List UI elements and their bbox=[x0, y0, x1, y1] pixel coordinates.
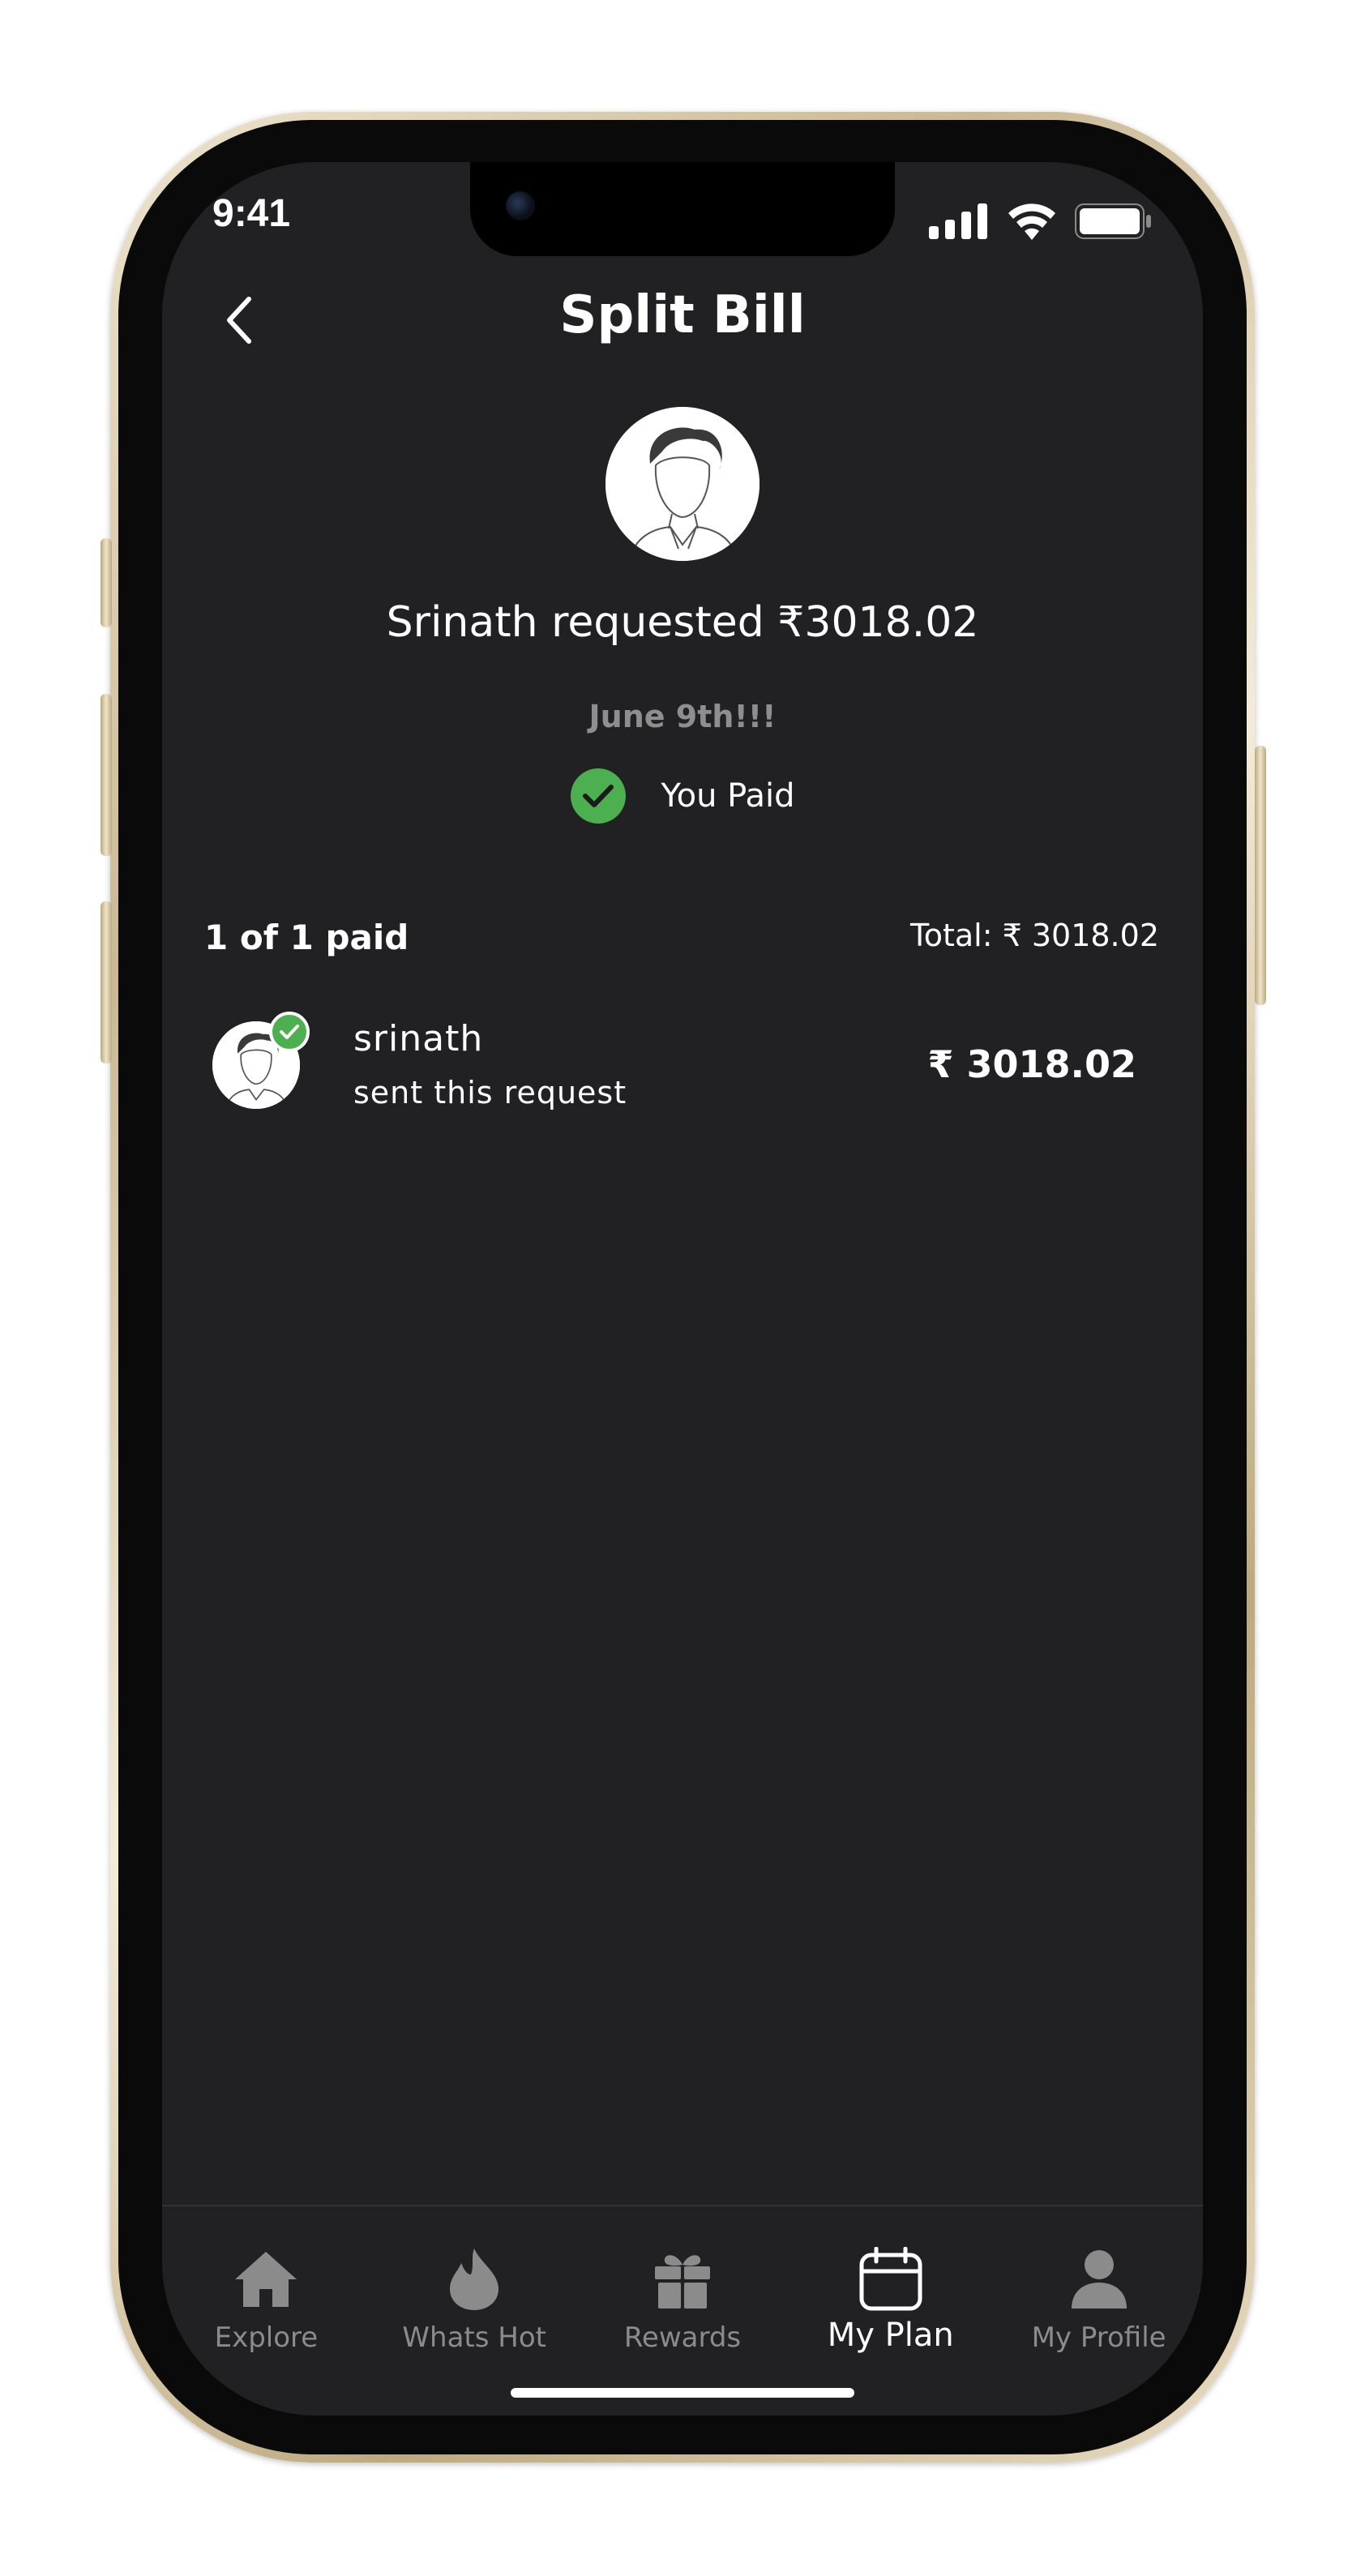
tab-whats-hot[interactable]: Whats Hot bbox=[370, 2221, 579, 2367]
check-circle-icon bbox=[570, 768, 626, 824]
tab-rewards[interactable]: Rewards bbox=[579, 2221, 787, 2367]
tab-label: Rewards bbox=[623, 2321, 742, 2354]
gift-icon bbox=[648, 2245, 717, 2313]
flame-icon bbox=[440, 2245, 508, 2313]
page-title: Split Bill bbox=[559, 285, 806, 345]
paid-count: 1 of 1 paid bbox=[204, 918, 409, 957]
volume-down-button bbox=[101, 901, 112, 1063]
requester-avatar bbox=[605, 407, 760, 561]
person-icon bbox=[1065, 2245, 1133, 2313]
calendar-icon bbox=[857, 2245, 925, 2313]
tab-my-plan[interactable]: My Plan bbox=[786, 2221, 995, 2367]
request-date: June 9th!!! bbox=[588, 699, 777, 734]
paid-badge-icon bbox=[269, 1012, 310, 1052]
home-icon bbox=[232, 2245, 300, 2313]
battery-icon bbox=[1075, 203, 1151, 239]
tab-my-profile[interactable]: My Profile bbox=[995, 2221, 1203, 2367]
participant-row[interactable]: srinath sent this request ₹ 3018.02 bbox=[162, 1005, 1203, 1127]
paid-status-label: You Paid bbox=[661, 777, 795, 815]
bottom-tab-bar: Explore Whats Hot Rewards My Plan My Pro… bbox=[162, 2221, 1203, 2367]
request-headline: Srinath requested ₹3018.02 bbox=[386, 598, 979, 647]
signal-icon bbox=[929, 203, 987, 239]
tab-label: Explore bbox=[214, 2321, 319, 2354]
tabbar-divider bbox=[162, 2205, 1203, 2206]
participant-name: srinath bbox=[353, 1018, 484, 1059]
home-indicator[interactable] bbox=[511, 2388, 854, 2398]
power-button bbox=[1255, 746, 1266, 1005]
silent-switch bbox=[101, 538, 112, 627]
volume-up-button bbox=[101, 694, 112, 856]
tab-label: Whats Hot bbox=[402, 2321, 546, 2354]
app-screen: 9:41 Split Bill Srinath requested ₹3018.… bbox=[162, 162, 1203, 2416]
tab-label: My Plan bbox=[827, 2317, 954, 2354]
status-time: 9:41 bbox=[212, 192, 291, 235]
front-camera bbox=[506, 191, 535, 220]
status-icons bbox=[929, 203, 1153, 240]
tab-explore[interactable]: Explore bbox=[162, 2221, 370, 2367]
tab-label: My Profile bbox=[1031, 2321, 1166, 2354]
participant-amount: ₹ 3018.02 bbox=[927, 1042, 1136, 1086]
paid-status: You Paid bbox=[162, 768, 1203, 824]
wifi-icon bbox=[1008, 203, 1055, 240]
total-amount: Total: ₹ 3018.02 bbox=[909, 918, 1159, 953]
participant-subtitle: sent this request bbox=[353, 1075, 627, 1110]
